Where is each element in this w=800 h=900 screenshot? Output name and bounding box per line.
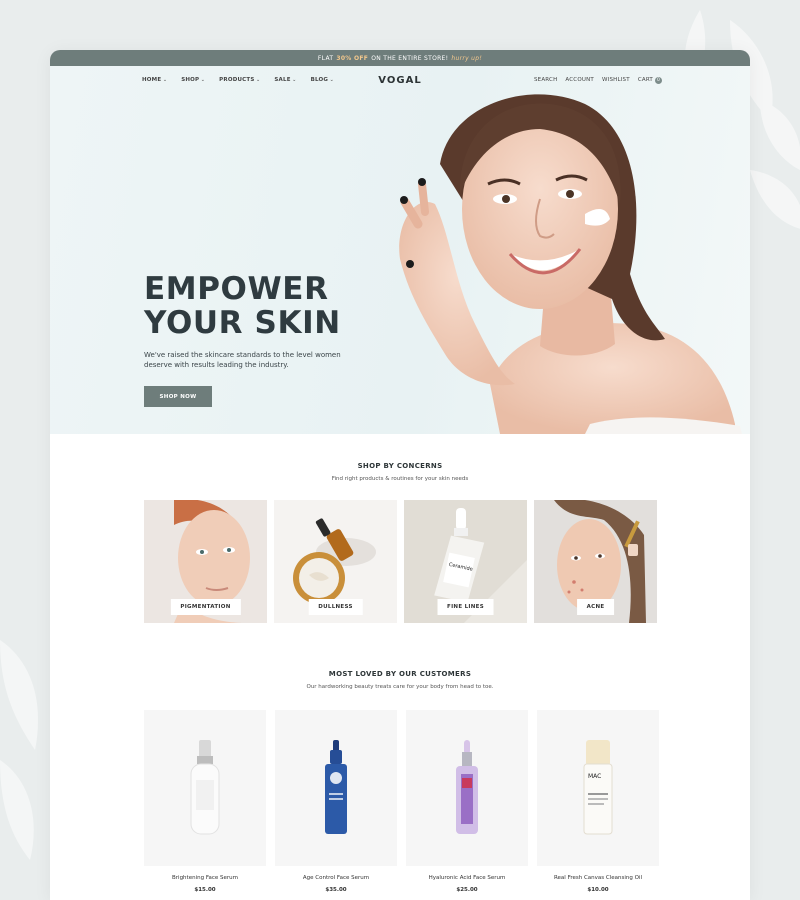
product-name[interactable]: Hyaluronic Acid Face Serum bbox=[406, 875, 528, 881]
hero-title: EMPOWER YOUR SKIN bbox=[144, 271, 341, 341]
nav-item-label: HOME bbox=[142, 77, 162, 83]
product-card[interactable]: MAC Real Fresh Canvas Cleansing Oil $10.… bbox=[537, 710, 659, 893]
product-price: $10.00 bbox=[587, 887, 609, 893]
nav-menu: HOME ⌄ SHOP ⌄ PRODUCTS ⌄ SALE ⌄ BLOG ⌄ bbox=[142, 77, 334, 83]
nav-item-label: SALE bbox=[274, 77, 291, 83]
hero-section: HOME ⌄ SHOP ⌄ PRODUCTS ⌄ SALE ⌄ BLOG ⌄ VOGAL … bbox=[50, 66, 750, 434]
nav-item-label: BLOG bbox=[310, 77, 329, 83]
nav-item-sale[interactable]: SALE ⌄ bbox=[274, 77, 296, 83]
concern-label: ACNE bbox=[576, 599, 615, 615]
cart-count-badge: 0 bbox=[655, 76, 662, 84]
announcement-prefix: FLAT bbox=[317, 54, 334, 62]
loved-title: MOST LOVED BY OUR CUSTOMERS bbox=[328, 670, 472, 678]
svg-text:MAC: MAC bbox=[588, 773, 601, 780]
concerns-grid: PIGMENTATION DULLNESS Ceramide FINE LINE… bbox=[144, 500, 657, 623]
product-price: $35.00 bbox=[325, 887, 347, 893]
hero-model-image bbox=[399, 94, 742, 434]
main-nav: HOME ⌄ SHOP ⌄ PRODUCTS ⌄ SALE ⌄ BLOG ⌄ VOGAL … bbox=[50, 66, 750, 94]
chevron-down-icon: ⌄ bbox=[200, 77, 206, 83]
concerns-title: SHOP BY CONCERNS bbox=[357, 462, 443, 470]
announcement-hurry: hurry up! bbox=[451, 54, 483, 62]
announcement-text: ON THE ENTIRE STORE! bbox=[371, 54, 449, 62]
nav-item-label: SHOP bbox=[181, 77, 200, 83]
concern-label: DULLNESS bbox=[308, 599, 363, 615]
product-price: $25.00 bbox=[456, 887, 478, 893]
product-card[interactable]: Brightening Face Serum $15.00 bbox=[144, 710, 266, 893]
product-name[interactable]: Brightening Face Serum bbox=[144, 875, 266, 881]
product-card[interactable]: Age Control Face Serum $35.00 bbox=[275, 710, 397, 893]
product-card[interactable]: Hyaluronic Acid Face Serum $25.00 bbox=[406, 710, 528, 893]
brand-logo[interactable]: VOGAL bbox=[378, 75, 421, 86]
product-image: MAC bbox=[537, 710, 659, 866]
hero-subtitle: We've raised the skincare standards to t… bbox=[144, 351, 341, 369]
concern-card-dullness[interactable]: DULLNESS bbox=[274, 500, 397, 623]
product-image bbox=[275, 710, 397, 866]
product-name[interactable]: Real Fresh Canvas Cleansing Oil bbox=[537, 875, 659, 881]
account-link[interactable]: ACCOUNT bbox=[565, 77, 594, 83]
loved-subtitle: Our hardworking beauty treats care for y… bbox=[306, 684, 494, 690]
age-control-serum-bottle bbox=[325, 740, 347, 834]
chevron-down-icon: ⌄ bbox=[256, 77, 261, 83]
concerns-header: SHOP BY CONCERNS Find right products & r… bbox=[50, 462, 750, 482]
announcement-highlight: 30% OFF bbox=[336, 54, 369, 62]
nav-item-home[interactable]: HOME ⌄ bbox=[142, 77, 167, 83]
concern-card-acne[interactable]: ACNE bbox=[534, 500, 657, 623]
concern-label: PIGMENTATION bbox=[170, 599, 241, 615]
cleansing-oil-bottle: MAC bbox=[583, 740, 613, 835]
chevron-down-icon: ⌄ bbox=[162, 77, 168, 83]
product-price: $15.00 bbox=[194, 887, 216, 893]
concern-label: FINE LINES bbox=[437, 599, 494, 615]
loved-header: MOST LOVED BY OUR CUSTOMERS Our hardwork… bbox=[50, 670, 750, 690]
product-name[interactable]: Age Control Face Serum bbox=[275, 875, 397, 881]
products-grid: Brightening Face Serum $15.00 Age Contro… bbox=[144, 710, 659, 893]
concern-card-fine-lines[interactable]: Ceramide FINE LINES bbox=[404, 500, 527, 623]
concern-card-pigmentation[interactable]: PIGMENTATION bbox=[144, 500, 267, 623]
announcement-bar: FLAT 30% OFF ON THE ENTIRE STORE! hurry … bbox=[50, 50, 750, 66]
hyaluronic-serum-bottle bbox=[456, 740, 478, 834]
brightening-serum-bottle bbox=[190, 740, 220, 835]
store-frame: FLAT 30% OFF ON THE ENTIRE STORE! hurry … bbox=[50, 50, 750, 900]
product-image bbox=[144, 710, 266, 866]
nav-item-blog[interactable]: BLOG ⌄ bbox=[311, 77, 334, 83]
nav-item-products[interactable]: PRODUCTS ⌄ bbox=[219, 77, 260, 83]
wishlist-link[interactable]: WISHLIST bbox=[602, 77, 630, 83]
product-image bbox=[406, 710, 528, 866]
shop-now-button[interactable]: SHOP NOW bbox=[144, 386, 212, 407]
chevron-down-icon: ⌄ bbox=[292, 77, 297, 83]
nav-utilities: SEARCH ACCOUNT WISHLIST CART 0 bbox=[534, 76, 662, 84]
cart-label: CART bbox=[637, 76, 653, 83]
concerns-subtitle: Find right products & routines for your … bbox=[331, 476, 469, 482]
nav-item-label: PRODUCTS bbox=[219, 77, 255, 83]
chevron-down-icon: ⌄ bbox=[329, 77, 334, 83]
nav-item-shop[interactable]: SHOP ⌄ bbox=[181, 77, 205, 83]
cart-link[interactable]: CART 0 bbox=[637, 76, 662, 84]
search-link[interactable]: SEARCH bbox=[534, 77, 557, 83]
